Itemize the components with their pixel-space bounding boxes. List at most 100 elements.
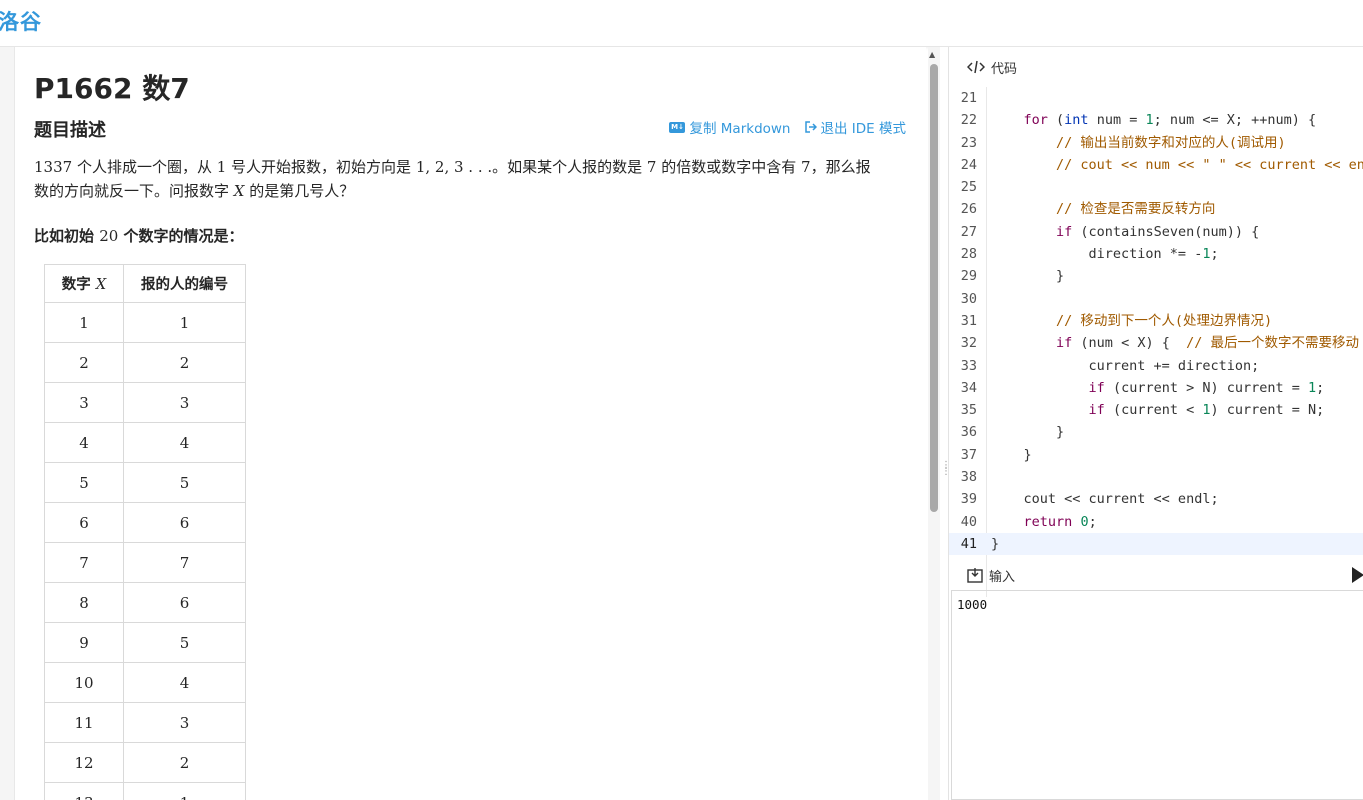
code-line: 30 bbox=[949, 288, 1363, 310]
table-row: 33 bbox=[44, 382, 246, 423]
code-token: } bbox=[991, 446, 1032, 463]
table-cell-person: 3 bbox=[123, 382, 246, 423]
exit-ide-button[interactable]: 退出 IDE 模式 bbox=[804, 117, 906, 137]
table-cell-number: 8 bbox=[44, 582, 124, 623]
code-line: 35 if (current < 1) current = N; bbox=[949, 399, 1363, 421]
code-token: (num < X) { bbox=[1072, 335, 1187, 352]
table-cell-number: 4 bbox=[44, 422, 124, 463]
table-cell-person: 4 bbox=[123, 662, 246, 703]
line-number: 31 bbox=[960, 312, 977, 329]
table-cell-person: 1 bbox=[123, 302, 246, 343]
copy-markdown-button[interactable]: M↓ 复制 Markdown bbox=[669, 117, 791, 137]
desc-text: 数的方向就反一下。问报数字 bbox=[34, 182, 234, 200]
line-number: 32 bbox=[960, 335, 977, 352]
table-cell-number: 2 bbox=[44, 342, 124, 383]
code-line: 26 // 检查是否需要反转方向 bbox=[949, 198, 1363, 220]
section-title: 题目描述 bbox=[34, 120, 106, 141]
table-cell-number: 10 bbox=[44, 662, 124, 703]
code-text: if (current > N) current = 1; bbox=[991, 377, 1325, 399]
desc-text: 的是第几号人？ bbox=[244, 182, 355, 200]
desc-math: X bbox=[233, 182, 245, 200]
scroll-up-arrow-icon[interactable]: ▲ bbox=[929, 50, 935, 59]
code-text: return 0; bbox=[991, 511, 1097, 533]
line-number: 26 bbox=[960, 201, 977, 218]
line-number: 37 bbox=[960, 446, 977, 463]
line-number: 24 bbox=[960, 156, 977, 173]
table-row: 55 bbox=[44, 462, 246, 503]
code-line: 29 } bbox=[949, 265, 1363, 287]
copy-markdown-label: 复制 Markdown bbox=[689, 121, 791, 137]
left-gutter bbox=[0, 47, 15, 800]
input-textarea[interactable]: 1000 bbox=[951, 590, 1363, 800]
table-cell-number: 9 bbox=[44, 622, 124, 663]
code-text: current += direction; bbox=[991, 355, 1260, 377]
code-token: (current < bbox=[1104, 402, 1203, 419]
table-row: 22 bbox=[44, 342, 246, 383]
run-play-icon[interactable] bbox=[1352, 567, 1363, 583]
code-token: (current > N) current = bbox=[1104, 379, 1309, 396]
problem-panel: P1662 数7 题目描述 M↓ 复制 Markdown 退出 IDE 模式 1… bbox=[15, 47, 926, 800]
code-text: // 检查是否需要反转方向 bbox=[991, 198, 1215, 220]
example-title-text: 比如初始 bbox=[34, 227, 100, 245]
problem-description: 1337 个人排成一个圈，从 1 号人开始报数，初始方向是 1, 2, 3 . … bbox=[34, 155, 914, 203]
code-token: if bbox=[1056, 335, 1073, 352]
code-text: // 输出当前数字和对应的人(调试用) bbox=[991, 132, 1286, 154]
code-line: 28 direction *= -1; bbox=[949, 243, 1363, 265]
line-number: 36 bbox=[960, 424, 977, 441]
code-line: 32 if (num < X) { // 最后一个数字不需要移动 bbox=[949, 332, 1363, 354]
code-token: 0 bbox=[1080, 513, 1089, 530]
table-row: 11 bbox=[44, 302, 246, 343]
line-number: 38 bbox=[960, 469, 977, 486]
code-token: 1 bbox=[1308, 379, 1317, 396]
table-cell-person: 7 bbox=[123, 542, 246, 583]
table-row: 12 2 bbox=[44, 742, 246, 783]
code-line: 25 bbox=[949, 176, 1363, 198]
code-token: for bbox=[1023, 112, 1048, 129]
code-line: 31 // 移动到下一个人(处理边界情况) bbox=[949, 310, 1363, 332]
table-cell-number: 7 bbox=[44, 542, 124, 583]
table-cell-person: 4 bbox=[123, 422, 246, 463]
code-token: cout << current << endl; bbox=[991, 491, 1219, 508]
header-text: 数字 bbox=[61, 277, 96, 293]
problem-scrollbar-thumb[interactable] bbox=[930, 64, 938, 512]
table-cell-number: 5 bbox=[44, 462, 124, 503]
code-token: 1 bbox=[1202, 402, 1211, 419]
code-token: ; num <= X; ++num) { bbox=[1153, 112, 1317, 129]
code-token: // 移动到下一个人(处理边界情况) bbox=[991, 312, 1273, 329]
code-token: ; bbox=[1088, 513, 1097, 530]
code-line: 37 } bbox=[949, 444, 1363, 466]
table-cell-person: 1 bbox=[123, 782, 246, 800]
code-line: 34 if (current > N) current = 1; bbox=[949, 377, 1363, 399]
problem-title: P1662 数7 bbox=[34, 72, 190, 105]
table-cell-person: 2 bbox=[123, 342, 246, 383]
code-token: 1 bbox=[1145, 112, 1154, 129]
code-token: int bbox=[1064, 112, 1089, 129]
header-math: X bbox=[95, 277, 107, 293]
input-icon bbox=[967, 568, 983, 583]
code-token: current += direction; bbox=[991, 357, 1260, 374]
code-line: 21 bbox=[949, 87, 1363, 109]
line-number: 41 bbox=[960, 535, 977, 552]
input-header-label: 输入 bbox=[989, 569, 1016, 585]
code-line: 36 } bbox=[949, 421, 1363, 443]
top-navbar: 洛谷 bbox=[0, 0, 1363, 47]
code-token: ; bbox=[1316, 379, 1325, 396]
line-number: 25 bbox=[960, 179, 977, 196]
line-number: 22 bbox=[960, 112, 977, 129]
table-row: 10 4 bbox=[44, 662, 246, 703]
code-text: } bbox=[991, 265, 1064, 287]
ide-panel: 代码 21 22 for (int num = 1; num <= X; ++nu… bbox=[948, 47, 1363, 800]
code-editor[interactable]: 21 22 for (int num = 1; num <= X; ++num) … bbox=[949, 87, 1363, 597]
table-row: 44 bbox=[44, 422, 246, 463]
table-cell-person: 6 bbox=[123, 502, 246, 543]
desc-text: 个人排成一个圈，从 bbox=[72, 158, 217, 176]
table-cell-number: 13 bbox=[44, 782, 124, 800]
table-cell-number: 12 bbox=[44, 742, 124, 783]
code-line: 33 current += direction; bbox=[949, 355, 1363, 377]
logo[interactable]: 洛谷 bbox=[0, 6, 42, 36]
line-number: 30 bbox=[960, 290, 977, 307]
panel-splitter[interactable] bbox=[940, 47, 948, 800]
code-token: if bbox=[1088, 402, 1105, 419]
input-header: 输入 bbox=[949, 560, 1363, 590]
